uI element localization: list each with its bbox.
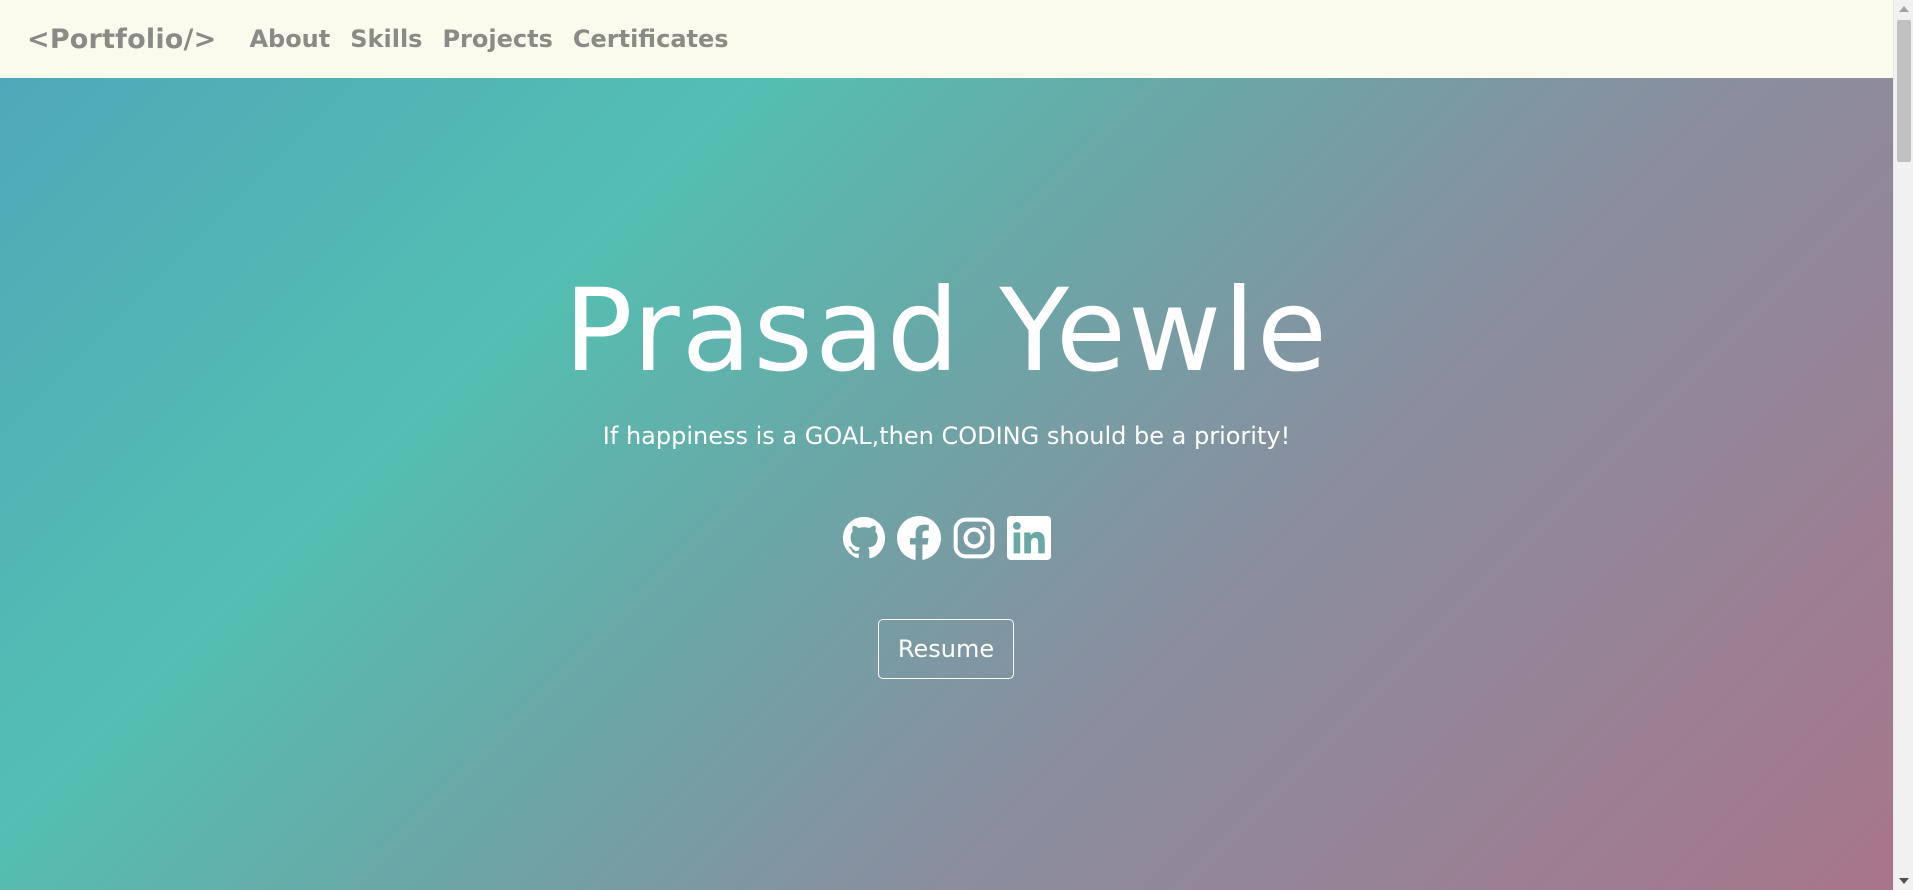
scroll-up-icon[interactable] [1899, 6, 1909, 12]
hero-name: Prasad Yewle [564, 264, 1329, 397]
linkedin-icon[interactable] [1007, 516, 1051, 560]
instagram-icon[interactable] [952, 516, 996, 560]
page: <Portfolio/> About Skills Projects Certi… [0, 0, 1913, 890]
resume-button[interactable]: Resume [878, 619, 1014, 679]
nav-links: About Skills Projects Certificates [249, 25, 728, 53]
nav-link-skills[interactable]: Skills [350, 25, 422, 53]
hero-tagline: If happiness is a GOAL,then CODING shoul… [602, 422, 1291, 450]
facebook-icon[interactable] [897, 516, 941, 560]
nav-link-about[interactable]: About [249, 25, 330, 53]
github-icon[interactable] [842, 516, 886, 560]
brand-link[interactable]: <Portfolio/> [27, 24, 216, 55]
nav-link-projects[interactable]: Projects [442, 25, 552, 53]
navbar: <Portfolio/> About Skills Projects Certi… [0, 0, 1893, 78]
social-links [0, 516, 1893, 560]
hero-section: Prasad Yewle If happiness is a GOAL,then… [0, 78, 1893, 890]
scroll-thumb[interactable] [1897, 20, 1911, 162]
vertical-scrollbar[interactable] [1893, 0, 1913, 890]
nav-link-certificates[interactable]: Certificates [573, 25, 729, 53]
scroll-down-icon[interactable] [1899, 878, 1909, 884]
